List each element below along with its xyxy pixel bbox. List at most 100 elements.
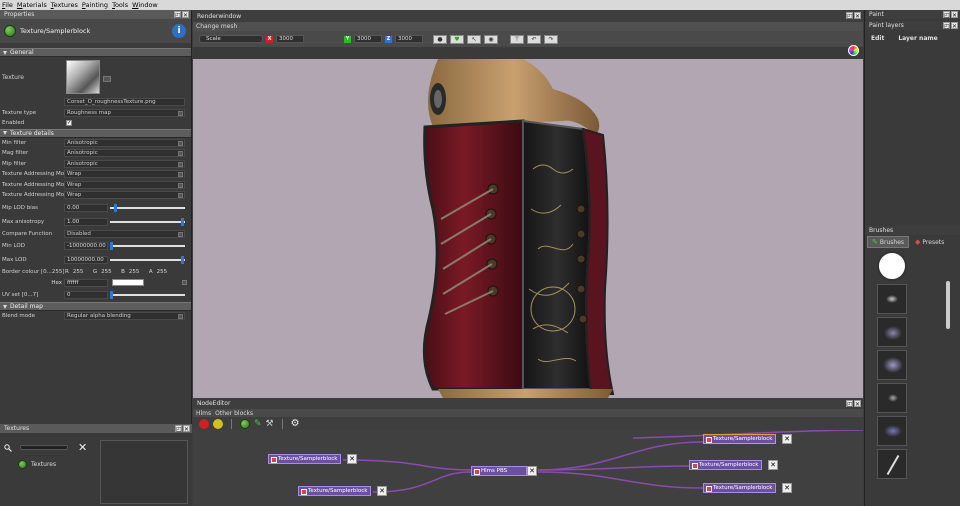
- sphere-mesh-icon[interactable]: ●: [433, 34, 447, 44]
- a-input[interactable]: 255: [157, 269, 175, 275]
- brush-blue-cloud[interactable]: [877, 350, 907, 380]
- hex-input[interactable]: ffffff: [64, 278, 108, 287]
- node-close-icon[interactable]: ✕: [347, 454, 357, 464]
- close-icon[interactable]: ✕: [854, 12, 861, 20]
- brush-blue-splash[interactable]: [877, 317, 907, 347]
- texture-browse-button[interactable]: [103, 76, 111, 82]
- node-close-icon[interactable]: ✕: [782, 434, 792, 444]
- node-close-icon[interactable]: ✕: [527, 466, 537, 476]
- brush-pencil[interactable]: [877, 449, 907, 479]
- texture-thumbnail[interactable]: [66, 60, 100, 94]
- brush-blue-stroke[interactable]: [877, 416, 907, 446]
- tab-hlms[interactable]: Hlms: [196, 410, 211, 417]
- brush-round-white[interactable]: [877, 251, 907, 281]
- r-input[interactable]: 255: [73, 269, 93, 275]
- compare-function-select[interactable]: Disabled: [64, 229, 185, 238]
- texture-search-input[interactable]: [20, 445, 68, 450]
- uv-set-slider[interactable]: [110, 291, 185, 299]
- tab-brushes[interactable]: ✎ Brushes: [867, 236, 910, 248]
- sampler-node[interactable]: Texture/Samplerblock: [268, 454, 342, 464]
- g-input[interactable]: 255: [101, 269, 121, 275]
- menu-window[interactable]: Window: [132, 1, 158, 9]
- close-icon[interactable]: ✕: [182, 11, 189, 19]
- mag-filter-select[interactable]: Anisotropic: [64, 149, 185, 158]
- max-lod-slider[interactable]: [110, 256, 185, 264]
- menu-tools[interactable]: Tools: [112, 1, 128, 9]
- close-icon[interactable]: ✕: [183, 425, 190, 433]
- min-lod-slider[interactable]: [110, 242, 185, 250]
- sampler-node[interactable]: Texture/Samplerblock: [298, 486, 372, 496]
- heart-mesh-icon[interactable]: ♥: [450, 34, 464, 44]
- min-lod-input[interactable]: -10000000.00: [64, 242, 108, 250]
- wrench-icon[interactable]: ⚒: [266, 419, 274, 429]
- tab-presets[interactable]: ◆ Presets: [911, 237, 948, 247]
- section-general[interactable]: General: [0, 48, 191, 57]
- blend-mode-select[interactable]: Regular alpha blending: [64, 312, 185, 321]
- menu-file[interactable]: File: [2, 1, 13, 9]
- texture-type-select[interactable]: Roughness map: [64, 108, 185, 117]
- paint-blob-icon[interactable]: ◉: [484, 34, 498, 44]
- brush-icon[interactable]: ✎: [254, 419, 262, 429]
- y-scale-input[interactable]: 3000: [354, 35, 382, 43]
- float-icon[interactable]: ◰: [175, 425, 182, 433]
- address-v-select[interactable]: Wrap: [64, 180, 185, 189]
- z-scale-input[interactable]: 3000: [395, 35, 423, 43]
- undo-icon[interactable]: ↶: [527, 34, 541, 44]
- enabled-checkbox[interactable]: ✓: [66, 120, 72, 127]
- select-cursor-icon[interactable]: ↖: [467, 34, 481, 44]
- sampler-node[interactable]: Texture/Samplerblock: [689, 460, 763, 470]
- node-canvas[interactable]: Texture/Samplerblock ✕ Texture/Samplerbl…: [193, 430, 863, 506]
- hlms-pbs-node[interactable]: Hlms PBS: [471, 466, 527, 476]
- mip-lod-bias-slider[interactable]: [110, 203, 185, 212]
- float-icon[interactable]: ◰: [846, 12, 853, 20]
- uv-set-input[interactable]: 0: [64, 291, 108, 299]
- change-mesh-button[interactable]: Change mesh: [196, 23, 237, 30]
- menu-materials[interactable]: Materials: [17, 1, 47, 9]
- brush-grain[interactable]: [877, 383, 907, 413]
- tab-other-blocks[interactable]: Other blocks: [215, 410, 253, 417]
- float-icon[interactable]: ◰: [174, 11, 181, 19]
- float-icon[interactable]: ◰: [846, 400, 853, 408]
- min-filter-select[interactable]: Anisotropic: [64, 138, 185, 147]
- texture-node-icon[interactable]: [240, 418, 250, 429]
- node-close-icon[interactable]: ✕: [768, 460, 778, 470]
- menu-painting[interactable]: Painting: [82, 1, 108, 9]
- max-lod-input[interactable]: 10000000.00: [64, 256, 108, 264]
- brush-spatter[interactable]: [877, 284, 907, 314]
- scale-select[interactable]: Scale: [199, 35, 263, 43]
- colour-swatch[interactable]: [112, 279, 144, 287]
- render-viewport[interactable]: [193, 59, 863, 398]
- mip-filter-select[interactable]: Anisotropic: [64, 159, 185, 168]
- brush-list-scrollbar[interactable]: [946, 281, 950, 329]
- close-icon[interactable]: ✕: [854, 400, 861, 408]
- reset-icon[interactable]: ⊤: [510, 34, 524, 44]
- colour-pick-button[interactable]: [182, 280, 187, 286]
- sampler-node[interactable]: Texture/Samplerblock: [703, 483, 777, 493]
- max-anisotropy-slider[interactable]: [110, 217, 185, 226]
- mip-lod-bias-input[interactable]: 0.00: [64, 203, 108, 212]
- red-material-icon[interactable]: [199, 418, 209, 429]
- texture-tree-item[interactable]: Textures: [0, 454, 96, 469]
- x-scale-input[interactable]: 3000: [276, 35, 304, 43]
- color-wheel-icon[interactable]: [848, 45, 859, 56]
- address-w-select[interactable]: Wrap: [64, 191, 185, 200]
- section-detail-map[interactable]: Detail map: [0, 302, 191, 311]
- close-icon[interactable]: ✕: [951, 11, 958, 19]
- redo-icon[interactable]: ↷: [544, 34, 558, 44]
- max-anisotropy-input[interactable]: 1.00: [64, 217, 108, 226]
- yellow-material-icon[interactable]: [213, 418, 223, 429]
- info-icon[interactable]: i: [172, 24, 186, 38]
- b-input[interactable]: 255: [129, 269, 149, 275]
- clear-search-icon[interactable]: ✕: [78, 441, 87, 454]
- float-icon[interactable]: ◰: [943, 11, 950, 19]
- sampler-node[interactable]: Texture/Samplerblock: [703, 434, 777, 444]
- node-close-icon[interactable]: ✕: [377, 486, 387, 496]
- float-icon[interactable]: ◰: [943, 22, 950, 30]
- menu-textures[interactable]: Textures: [51, 1, 78, 9]
- address-u-select[interactable]: Wrap: [64, 170, 185, 179]
- close-icon[interactable]: ✕: [951, 22, 958, 30]
- node-close-icon[interactable]: ✕: [782, 483, 792, 493]
- section-texture-details[interactable]: Texture details: [0, 128, 191, 138]
- gear-icon[interactable]: ⚙: [291, 418, 300, 429]
- paint-layers-list[interactable]: [865, 44, 960, 226]
